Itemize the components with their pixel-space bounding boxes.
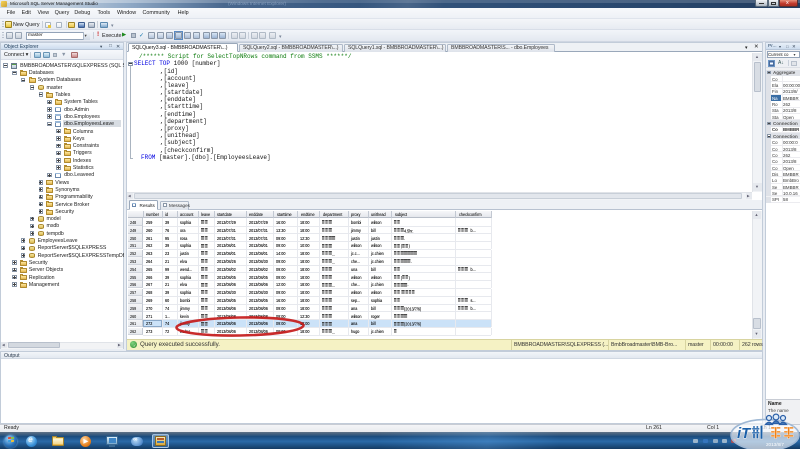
svg-text:iT: iT [737, 425, 752, 442]
